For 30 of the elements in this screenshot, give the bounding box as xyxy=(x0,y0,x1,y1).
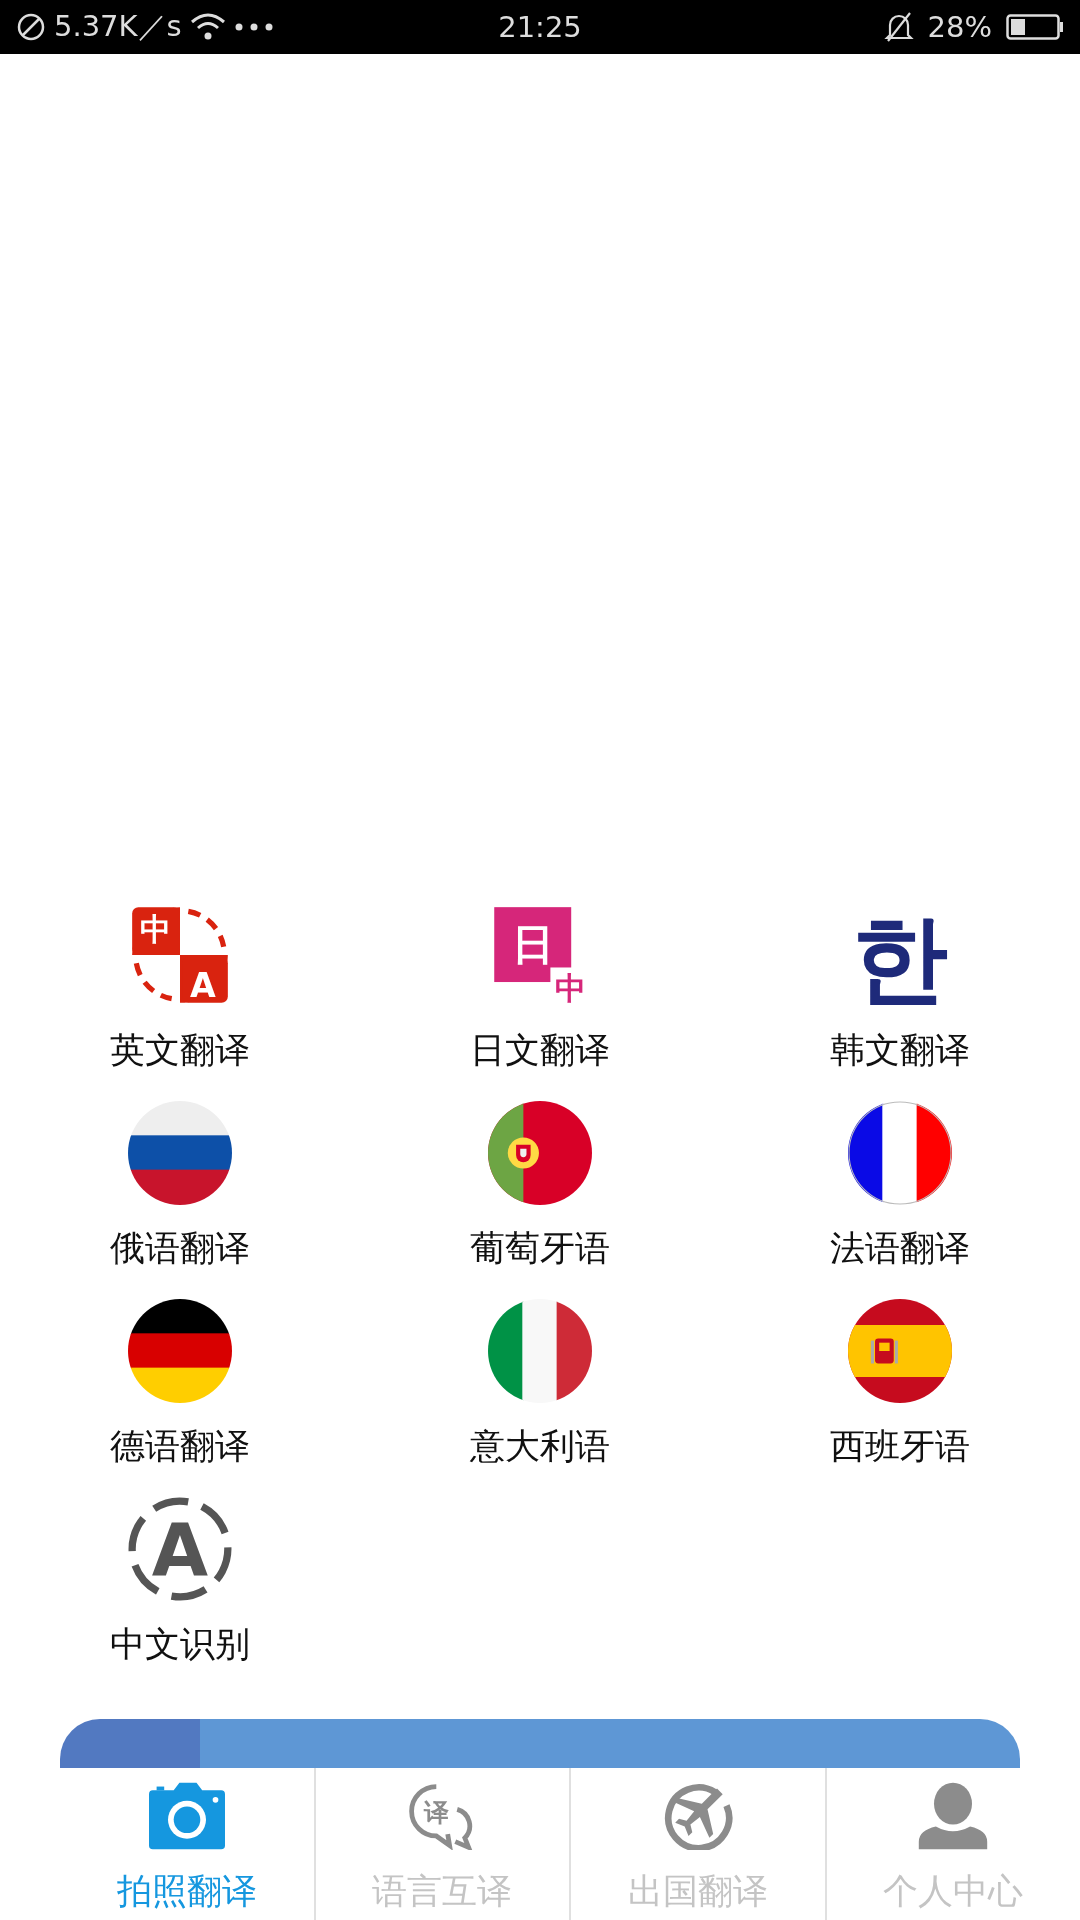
more-icon xyxy=(233,22,274,32)
language-label[interactable]: 葡萄牙语 xyxy=(470,1225,610,1272)
language-label[interactable]: 西班牙语 xyxy=(830,1423,970,1470)
language-label[interactable]: 韩文翻译 xyxy=(830,1027,970,1074)
network-speed: 5.37K／s xyxy=(54,8,182,45)
battery-percent: 28% xyxy=(927,10,992,44)
language-label[interactable]: 英文翻译 xyxy=(110,1027,250,1074)
clock: 21:25 xyxy=(498,10,582,44)
icon-letter: 译 xyxy=(424,1797,450,1827)
icon-letter: 日 xyxy=(511,920,554,970)
language-label[interactable]: 中文识别 xyxy=(110,1621,250,1668)
flag-icon xyxy=(488,1299,592,1403)
hangul-icon: 한 xyxy=(852,903,948,1007)
language-label[interactable]: 意大利语 xyxy=(470,1423,610,1470)
language-label[interactable]: 日文翻译 xyxy=(470,1027,610,1074)
flag-icon xyxy=(848,1101,952,1205)
bell-off-icon xyxy=(883,11,914,43)
flag-icon xyxy=(128,1101,232,1205)
icon-letter: 中 xyxy=(139,911,171,948)
language-label[interactable]: 法语翻译 xyxy=(830,1225,970,1272)
battery-icon xyxy=(1006,14,1064,40)
flag-icon xyxy=(128,1299,232,1403)
icon-letter: 中 xyxy=(554,969,586,1006)
language-label[interactable]: 德语翻译 xyxy=(110,1423,250,1470)
icon-letter: A xyxy=(151,1508,209,1594)
blocked-icon xyxy=(16,12,46,42)
icon-letter: A xyxy=(190,965,216,1005)
language-label[interactable]: 俄语翻译 xyxy=(110,1225,250,1272)
camera-icon xyxy=(148,1782,225,1850)
wifi-icon xyxy=(189,12,226,42)
